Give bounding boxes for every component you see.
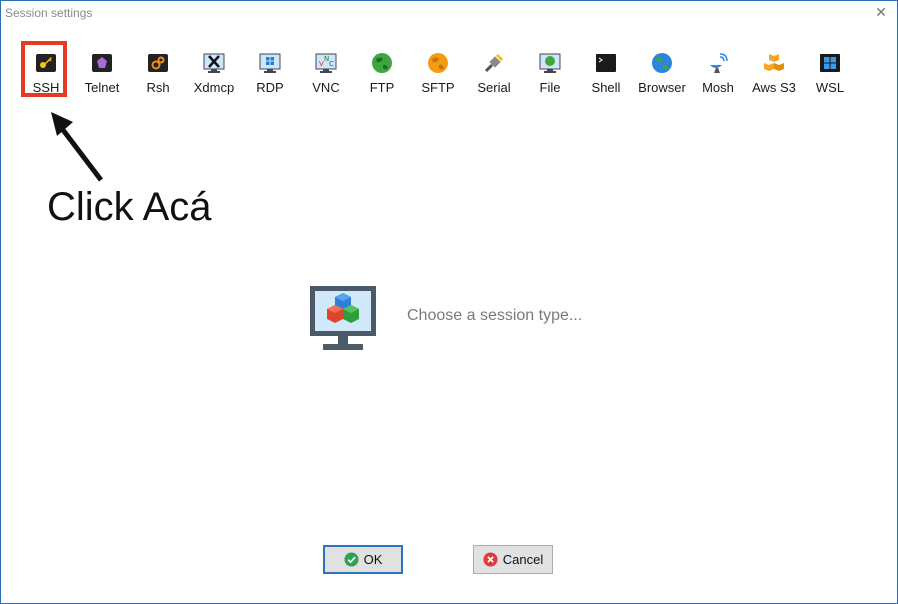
session-type-browser[interactable]: Browser [634, 43, 690, 99]
window-title: Session settings [5, 6, 93, 20]
session-type-label: Xdmcp [193, 80, 235, 95]
session-type-aws-s3[interactable]: Aws S3 [746, 43, 802, 99]
choose-session-prompt: Choose a session type... [407, 307, 583, 324]
xdmcp-icon [203, 53, 225, 73]
file-icon [539, 53, 561, 73]
session-type-label: FTP [369, 80, 395, 95]
session-type-label: Mosh [702, 80, 734, 95]
telnet-icon [92, 54, 112, 72]
terminal-icon [596, 54, 616, 72]
session-type-label: File [539, 80, 561, 95]
session-type-label: Shell [591, 80, 621, 95]
session-type-xdmcp[interactable]: Xdmcp [186, 43, 242, 99]
click-here-annotation: Click Acá [47, 185, 212, 229]
key-icon [36, 54, 56, 72]
vnc-icon: V N C [315, 53, 337, 73]
session-type-label: Browser [638, 80, 686, 95]
session-settings-window: Session settings ✕ SSH Telnet Rsh Xdmcp … [0, 0, 898, 604]
session-type-ftp[interactable]: FTP [354, 43, 410, 99]
session-type-sftp[interactable]: SFTP [410, 43, 466, 99]
session-type-label: SSH [32, 80, 60, 95]
session-type-rsh[interactable]: Rsh [130, 43, 186, 99]
session-type-shell[interactable]: Shell [578, 43, 634, 99]
serial-icon [484, 53, 504, 73]
session-type-label: Telnet [84, 80, 120, 95]
session-type-vnc[interactable]: V N C VNC [298, 43, 354, 99]
session-type-label: VNC [312, 80, 340, 95]
session-type-label: Rsh [146, 80, 170, 95]
ok-label: OK [363, 552, 383, 567]
session-type-rdp[interactable]: RDP [242, 43, 298, 99]
rdp-icon [259, 53, 281, 73]
close-icon[interactable]: ✕ [873, 4, 889, 20]
ok-button[interactable]: OK [323, 545, 403, 574]
globe-icon [372, 53, 392, 73]
session-type-label: WSL [815, 80, 845, 95]
rsh-icon [148, 54, 168, 72]
check-icon [344, 552, 359, 567]
session-type-ssh[interactable]: SSH [18, 43, 74, 99]
session-type-mosh[interactable]: Mosh [690, 43, 746, 99]
session-type-label: SFTP [421, 80, 455, 95]
session-type-file[interactable]: File [522, 43, 578, 99]
session-type-label: RDP [256, 80, 284, 95]
title-bar: Session settings ✕ [1, 1, 897, 29]
cancel-button[interactable]: Cancel [473, 545, 553, 574]
cancel-icon [483, 552, 498, 567]
session-type-label: Serial [477, 80, 511, 95]
session-type-serial[interactable]: Serial [466, 43, 522, 99]
aws-icon [764, 54, 784, 71]
cancel-label: Cancel [502, 552, 544, 567]
session-type-telnet[interactable]: Telnet [74, 43, 130, 99]
session-type-label: Aws S3 [752, 80, 796, 95]
session-type-wsl[interactable]: WSL [802, 43, 858, 99]
svg-text:C: C [329, 60, 334, 68]
session-monitor-icon [310, 286, 376, 350]
globe-icon [652, 53, 672, 73]
globe-icon [428, 53, 448, 73]
windows-icon [820, 54, 840, 72]
arrow-annotation [51, 112, 103, 182]
satellite-icon [710, 53, 728, 73]
